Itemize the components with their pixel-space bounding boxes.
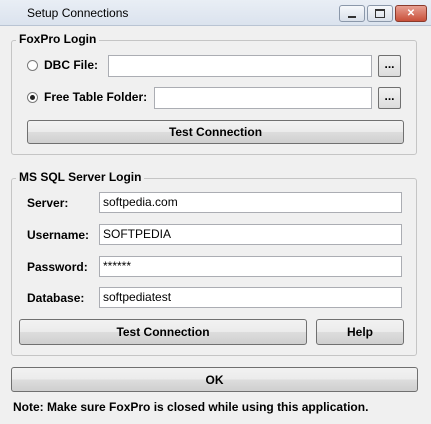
password-field[interactable]: ****** xyxy=(99,256,402,277)
dbc-file-radio[interactable] xyxy=(27,60,38,71)
mssql-group-label: MS SQL Server Login xyxy=(16,170,145,184)
maximize-icon xyxy=(375,9,385,18)
free-table-browse-button[interactable]: ... xyxy=(378,87,401,109)
mssql-test-connection-button[interactable]: Test Connection xyxy=(19,319,307,345)
free-table-folder-label: Free Table Folder: xyxy=(44,90,148,104)
server-field[interactable]: softpedia.com xyxy=(99,192,402,213)
username-label: Username: xyxy=(27,228,90,242)
minimize-icon xyxy=(348,15,356,18)
free-table-folder-field[interactable] xyxy=(154,87,372,109)
help-button[interactable]: Help xyxy=(316,319,404,345)
ok-button[interactable]: OK xyxy=(11,367,418,392)
close-button[interactable]: ✕ xyxy=(395,5,427,22)
title-bar: Setup Connections ✕ xyxy=(0,0,431,26)
radio-selected-dot xyxy=(30,95,35,100)
note-text: Note: Make sure FoxPro is closed while u… xyxy=(13,400,369,414)
foxpro-group-label: FoxPro Login xyxy=(16,32,100,46)
foxpro-test-connection-button[interactable]: Test Connection xyxy=(27,120,404,144)
dbc-browse-button[interactable]: ... xyxy=(378,55,401,77)
maximize-button[interactable] xyxy=(367,5,393,22)
password-label: Password: xyxy=(27,260,88,274)
dbc-file-field[interactable] xyxy=(108,55,372,77)
database-label: Database: xyxy=(27,291,85,305)
database-field[interactable]: softpediatest xyxy=(99,287,402,308)
minimize-button[interactable] xyxy=(339,5,365,22)
dbc-file-label: DBC File: xyxy=(44,58,98,72)
free-table-folder-radio[interactable] xyxy=(27,92,38,103)
window-title: Setup Connections xyxy=(27,6,129,20)
username-field[interactable]: SOFTPEDIA xyxy=(99,224,402,245)
server-label: Server: xyxy=(27,196,69,210)
close-icon: ✕ xyxy=(406,8,416,19)
